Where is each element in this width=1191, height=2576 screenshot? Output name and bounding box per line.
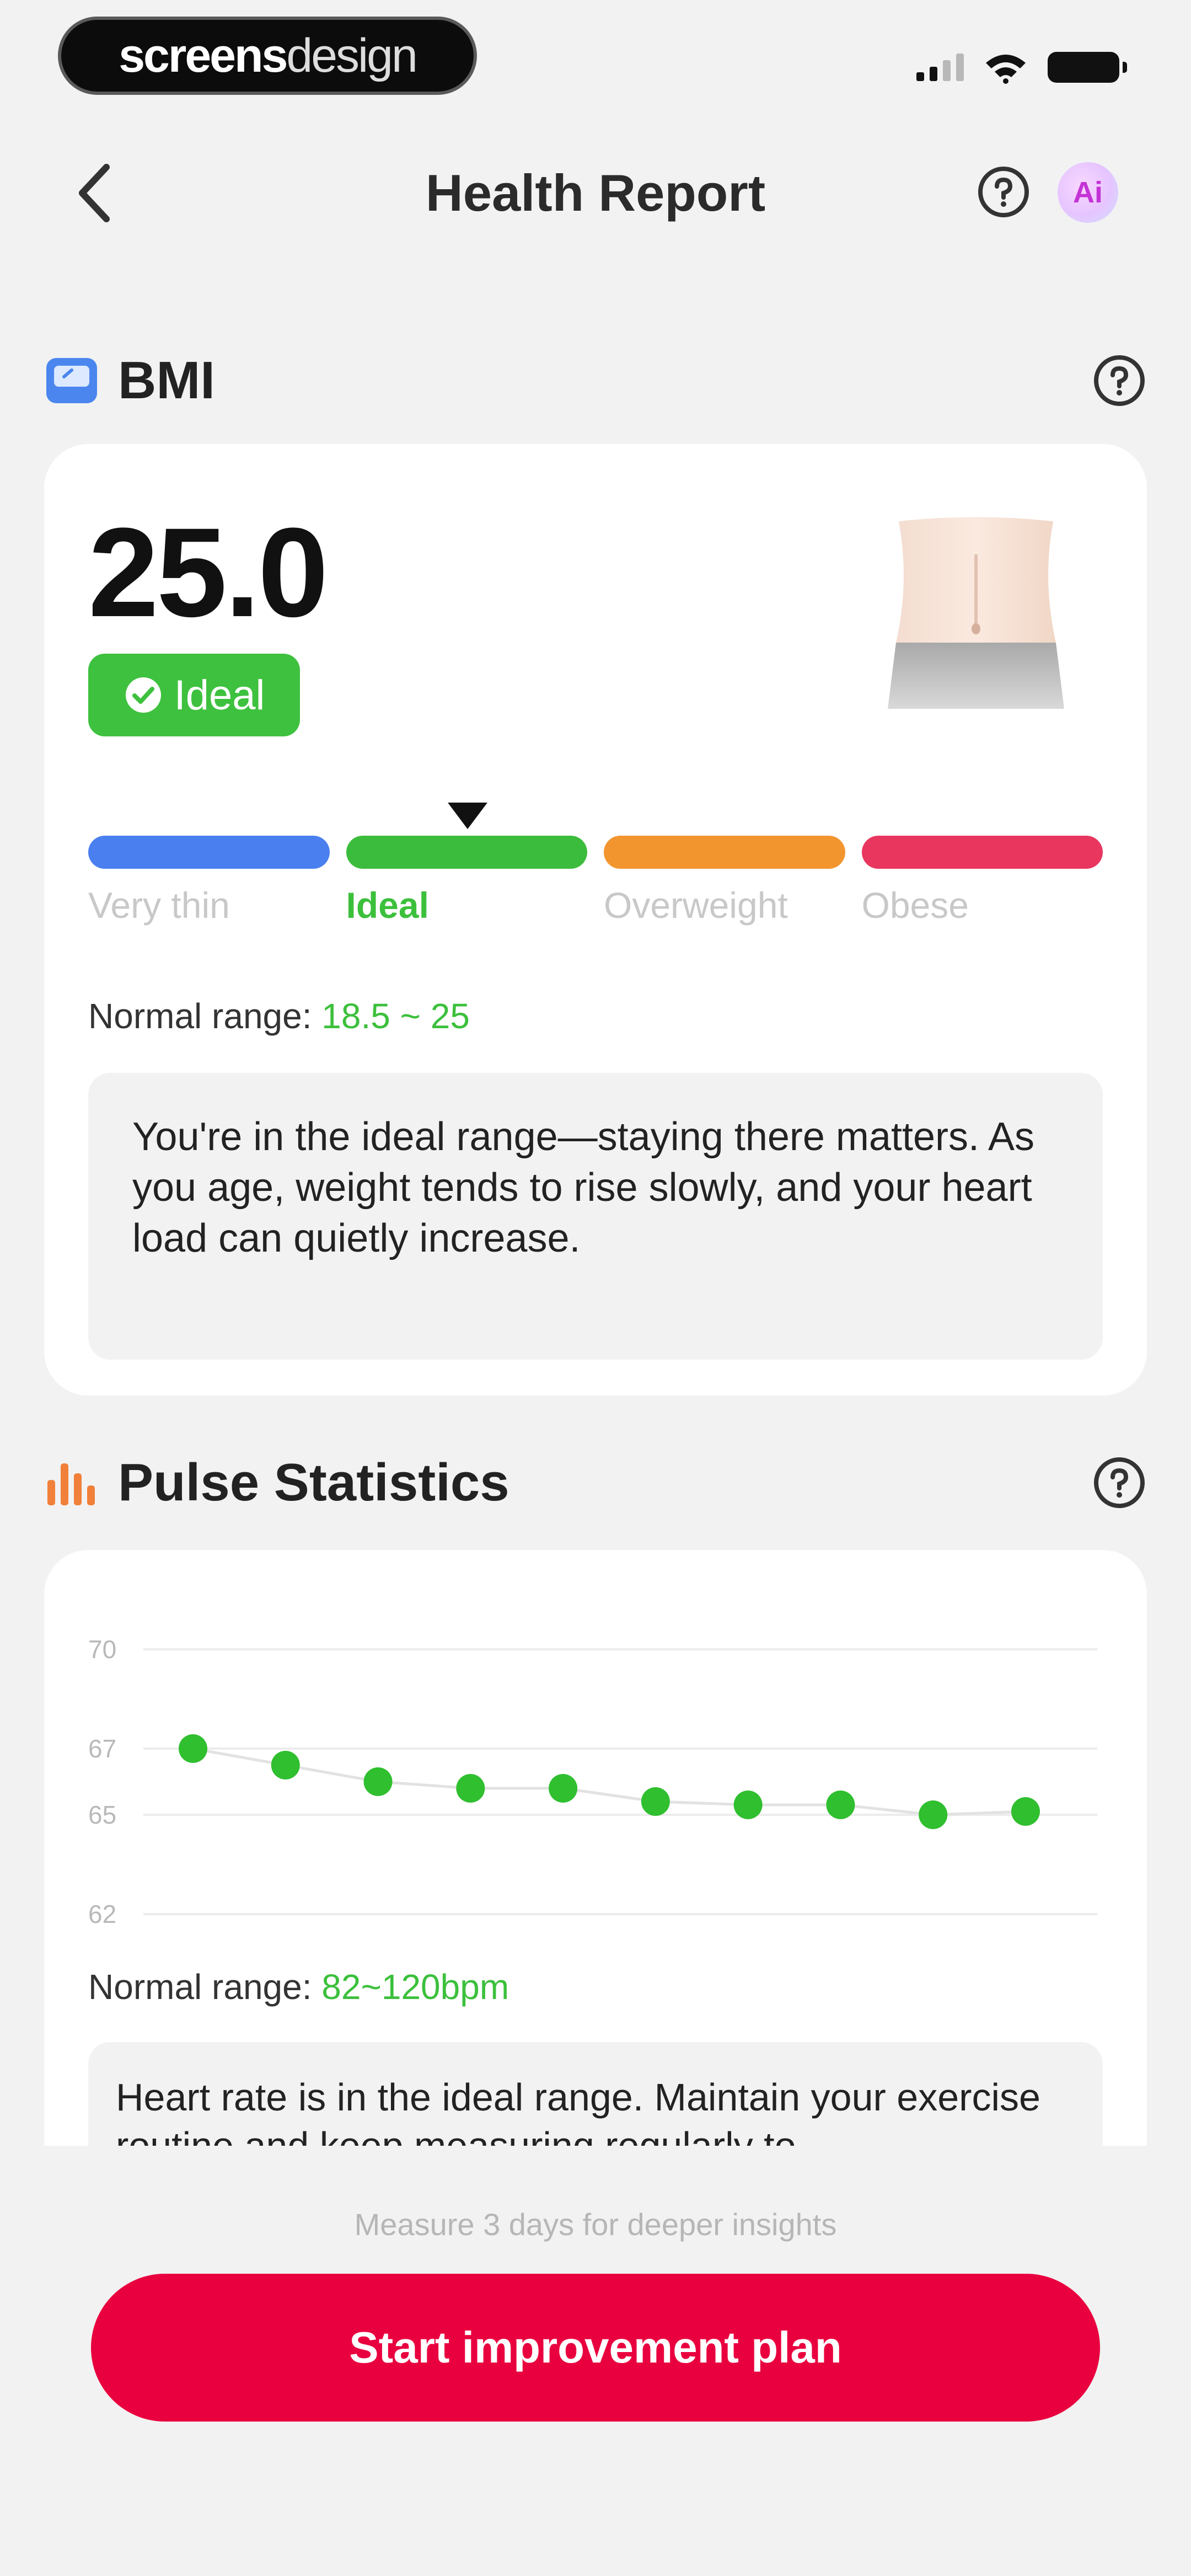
pulse-section-title: Pulse Statistics	[118, 1453, 509, 1512]
bmi-value: 25.0	[88, 501, 329, 643]
pulse-normal-range: Normal range: 82~120bpm	[88, 1966, 509, 2007]
pulse-advice-text: Heart rate is in the ideal range. Mainta…	[88, 2042, 1103, 2146]
bmi-status-badge: Ideal	[88, 654, 300, 736]
help-icon[interactable]	[976, 164, 1031, 220]
scale-segment-very-thin: Very thin	[88, 836, 330, 926]
bmi-card: 25.0 Ideal Very thin Ideal Overweight Ob…	[44, 444, 1147, 1396]
ai-assistant-button[interactable]: Ai	[1058, 162, 1118, 223]
pulse-range-value: 82~120bpm	[321, 1967, 509, 2007]
wifi-icon	[986, 55, 1026, 84]
start-improvement-plan-button[interactable]: Start improvement plan	[91, 2274, 1100, 2422]
bottom-action-panel: Measure 3 days for deeper insights Start…	[0, 2146, 1191, 2576]
bmi-help-icon[interactable]	[1092, 353, 1147, 408]
pulse-data-point	[919, 1800, 948, 1829]
scale-label-obese: Obese	[861, 885, 969, 926]
battery-icon	[1048, 52, 1127, 83]
pulse-chart: 70 67 65 62	[88, 1635, 1097, 1928]
bmi-section-title: BMI	[118, 351, 215, 410]
ai-label: Ai	[1073, 176, 1103, 209]
bmi-normal-range: Normal range: 18.5 ~ 25	[88, 996, 470, 1036]
pulse-help-icon[interactable]	[1092, 1455, 1147, 1510]
scale-label-overweight: Overweight	[604, 885, 788, 926]
scale-label-ideal: Ideal	[346, 885, 429, 926]
pulse-range-label: Normal range:	[88, 1967, 312, 2007]
pulse-data-point	[641, 1787, 670, 1816]
brand-thin: design	[286, 29, 417, 82]
brand-bold: screens	[119, 29, 288, 82]
pulse-data-point	[363, 1767, 393, 1796]
pulse-data-point	[733, 1791, 763, 1819]
y-tick-label: 65	[88, 1800, 116, 1829]
bmi-advice-text: You're in the ideal range—staying there …	[88, 1073, 1103, 1360]
pulse-card: 70 67 65 62 Normal range: 82~120bpm Heart r…	[44, 1550, 1147, 2146]
status-icons	[916, 51, 1127, 84]
scale-segment-overweight: Overweight	[604, 836, 845, 926]
scale-segment-obese: Obese	[861, 836, 1103, 926]
bar-chart-icon	[47, 1463, 95, 1505]
pulse-data-point	[549, 1774, 578, 1803]
bmi-badge-label: Ideal	[174, 671, 265, 719]
bmi-position-marker	[448, 803, 487, 829]
y-tick-label: 67	[88, 1734, 116, 1763]
cellular-signal-icon	[916, 54, 964, 81]
check-circle-icon	[125, 677, 161, 713]
top-nav-bar: Health Report Ai	[0, 143, 1191, 243]
pulse-trend-line	[192, 1747, 1026, 1816]
pulse-data-point	[271, 1751, 300, 1779]
y-tick-label: 62	[88, 1900, 116, 1928]
scale-segment-ideal: Ideal	[346, 836, 587, 926]
scale-label-very-thin: Very thin	[88, 885, 230, 926]
bmi-scale: Very thin Ideal Overweight Obese	[88, 836, 1103, 926]
bmi-range-value: 18.5 ~ 25	[321, 996, 470, 1036]
pulse-section-header: Pulse Statistics	[44, 1447, 1147, 1519]
pulse-data-point	[179, 1734, 207, 1763]
pulse-data-point	[826, 1791, 855, 1819]
cta-label: Start improvement plan	[349, 2323, 842, 2372]
brand-watermark: screens design	[58, 17, 477, 95]
pulse-data-point	[456, 1774, 485, 1803]
status-bar: screens design	[0, 0, 1191, 110]
pulse-data-point	[1011, 1797, 1040, 1826]
scale-icon	[46, 358, 97, 403]
body-figure-image	[888, 517, 1064, 709]
bmi-section-header: BMI	[44, 345, 1147, 416]
bmi-range-label: Normal range:	[88, 996, 312, 1036]
y-tick-label: 70	[88, 1635, 116, 1664]
insight-hint: Measure 3 days for deeper insights	[354, 2207, 837, 2242]
